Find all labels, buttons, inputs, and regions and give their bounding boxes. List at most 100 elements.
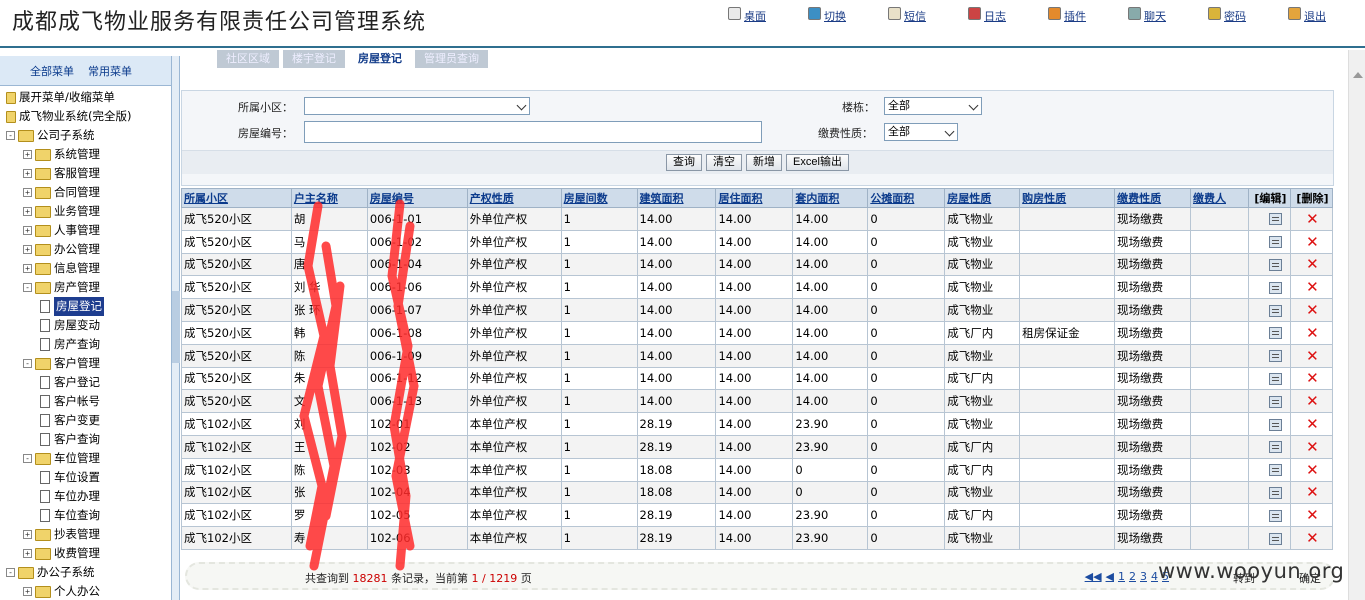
tree-node[interactable]: + 抄表管理	[0, 525, 171, 544]
tree-node[interactable]: + 业务管理	[0, 202, 171, 221]
expand-icon[interactable]: +	[23, 549, 32, 558]
tree-node[interactable]: - 办公子系统	[0, 563, 171, 582]
clear-button[interactable]: 清空	[706, 154, 743, 171]
column-header[interactable]: 公摊面积	[867, 188, 946, 208]
tree-node[interactable]: 成飞物业系统(完全版)	[0, 107, 171, 126]
excel-export-button[interactable]: Excel输出	[786, 154, 849, 171]
edit-icon[interactable]	[1268, 509, 1282, 522]
delete-icon[interactable]: ✕	[1293, 506, 1332, 524]
expand-icon[interactable]: +	[23, 226, 32, 235]
edit-icon[interactable]	[1268, 418, 1282, 431]
expand-icon[interactable]: +	[23, 169, 32, 178]
tree-node[interactable]: 客户帐号	[0, 392, 171, 411]
delete-icon[interactable]: ✕	[1293, 210, 1332, 228]
page-link[interactable]: 1	[1118, 570, 1125, 586]
top-nav-exit[interactable]: 退出	[1288, 6, 1365, 24]
expand-icon[interactable]: +	[23, 587, 32, 596]
delete-icon[interactable]: ✕	[1293, 369, 1332, 387]
top-nav-plugin[interactable]: 插件	[1048, 6, 1128, 24]
page-link[interactable]: ◀	[1106, 570, 1114, 586]
tree-node[interactable]: 车位办理	[0, 487, 171, 506]
top-nav-sms[interactable]: 短信	[888, 6, 968, 24]
collapse-icon[interactable]: -	[23, 359, 32, 368]
tree-node[interactable]: 车位查询	[0, 506, 171, 525]
edit-icon[interactable]	[1268, 213, 1282, 226]
edit-icon[interactable]	[1268, 532, 1282, 545]
delete-icon[interactable]: ✕	[1293, 392, 1332, 410]
tree-node[interactable]: 客户查询	[0, 430, 171, 449]
tree-node[interactable]: 展开菜单/收缩菜单	[0, 88, 171, 107]
expand-icon[interactable]: +	[23, 264, 32, 273]
column-header[interactable]: 缴费性质	[1114, 188, 1191, 208]
tree-node[interactable]: + 客服管理	[0, 164, 171, 183]
expand-icon[interactable]: +	[23, 150, 32, 159]
delete-icon[interactable]: ✕	[1293, 301, 1332, 319]
expand-icon[interactable]: +	[23, 245, 32, 254]
add-button[interactable]: 新增	[746, 154, 783, 171]
column-header[interactable]: 所属小区	[181, 188, 292, 208]
sidebar-scroll-thumb[interactable]	[172, 291, 180, 363]
delete-icon[interactable]: ✕	[1293, 415, 1332, 433]
page-link[interactable]: 4	[1151, 570, 1158, 586]
edit-icon[interactable]	[1268, 304, 1282, 317]
collapse-icon[interactable]: -	[23, 454, 32, 463]
fee-type-select[interactable]: 全部	[884, 123, 958, 141]
collapse-icon[interactable]: -	[6, 131, 15, 140]
column-header[interactable]: 房屋间数	[560, 188, 638, 208]
delete-icon[interactable]: ✕	[1293, 438, 1332, 456]
tree-node[interactable]: + 信息管理	[0, 259, 171, 278]
sidebar-tab-common-menus[interactable]: 常用菜单	[88, 63, 132, 79]
tree-node[interactable]: - 公司子系统	[0, 126, 171, 145]
top-nav-chat[interactable]: 聊天	[1128, 6, 1208, 24]
sidebar-tab-all-menus[interactable]: 全部菜单	[30, 63, 74, 79]
column-header[interactable]: 购房性质	[1019, 188, 1116, 208]
edit-icon[interactable]	[1268, 464, 1282, 477]
page-tab[interactable]: 房屋登记	[349, 50, 411, 68]
tree-node[interactable]: 客户登记	[0, 373, 171, 392]
tree-node[interactable]: - 房产管理	[0, 278, 171, 297]
tree-node[interactable]: - 客户管理	[0, 354, 171, 373]
delete-icon[interactable]: ✕	[1293, 483, 1332, 501]
page-tab[interactable]: 管理员查询	[415, 50, 488, 68]
community-select[interactable]	[304, 97, 530, 115]
column-header[interactable]: 户主名称	[290, 188, 368, 208]
column-header[interactable]: 产权性质	[466, 188, 562, 208]
column-header[interactable]: 居住面积	[715, 188, 794, 208]
edit-icon[interactable]	[1268, 327, 1282, 340]
edit-icon[interactable]	[1268, 258, 1282, 271]
scroll-up-icon[interactable]	[1353, 72, 1363, 78]
page-link[interactable]: 2	[1129, 570, 1136, 586]
page-tab[interactable]: 社区区域	[217, 50, 279, 68]
tree-node[interactable]: + 合同管理	[0, 183, 171, 202]
collapse-icon[interactable]: -	[23, 283, 32, 292]
edit-icon[interactable]	[1268, 395, 1282, 408]
tree-node[interactable]: 车位设置	[0, 468, 171, 487]
sidebar-scrollbar[interactable]	[172, 56, 180, 600]
delete-icon[interactable]: ✕	[1293, 278, 1332, 296]
top-nav-log[interactable]: 日志	[968, 6, 1048, 24]
page-link[interactable]: 3	[1140, 570, 1147, 586]
delete-icon[interactable]: ✕	[1293, 529, 1332, 547]
tree-node[interactable]: + 办公管理	[0, 240, 171, 259]
page-link[interactable]: ◀◀	[1085, 570, 1102, 586]
top-nav-password[interactable]: 密码	[1208, 6, 1288, 24]
edit-icon[interactable]	[1268, 350, 1282, 363]
column-header[interactable]: 套内面积	[792, 188, 869, 208]
delete-icon[interactable]: ✕	[1293, 461, 1332, 479]
edit-icon[interactable]	[1268, 441, 1282, 454]
edit-icon[interactable]	[1268, 236, 1282, 249]
column-header[interactable]: 房屋性质	[944, 188, 1021, 208]
expand-icon[interactable]: +	[23, 207, 32, 216]
expand-icon[interactable]: +	[23, 530, 32, 539]
edit-icon[interactable]	[1268, 372, 1282, 385]
top-nav-desktop[interactable]: 桌面	[728, 6, 808, 24]
building-select[interactable]: 全部	[884, 97, 982, 115]
tree-node[interactable]: 房屋变动	[0, 316, 171, 335]
edit-icon[interactable]	[1268, 281, 1282, 294]
tree-node[interactable]: + 个人办公	[0, 582, 171, 600]
expand-icon[interactable]: +	[23, 188, 32, 197]
edit-icon[interactable]	[1268, 486, 1282, 499]
tree-node[interactable]: + 人事管理	[0, 221, 171, 240]
tree-node[interactable]: + 系统管理	[0, 145, 171, 164]
tree-node[interactable]: 房屋登记	[0, 297, 171, 316]
